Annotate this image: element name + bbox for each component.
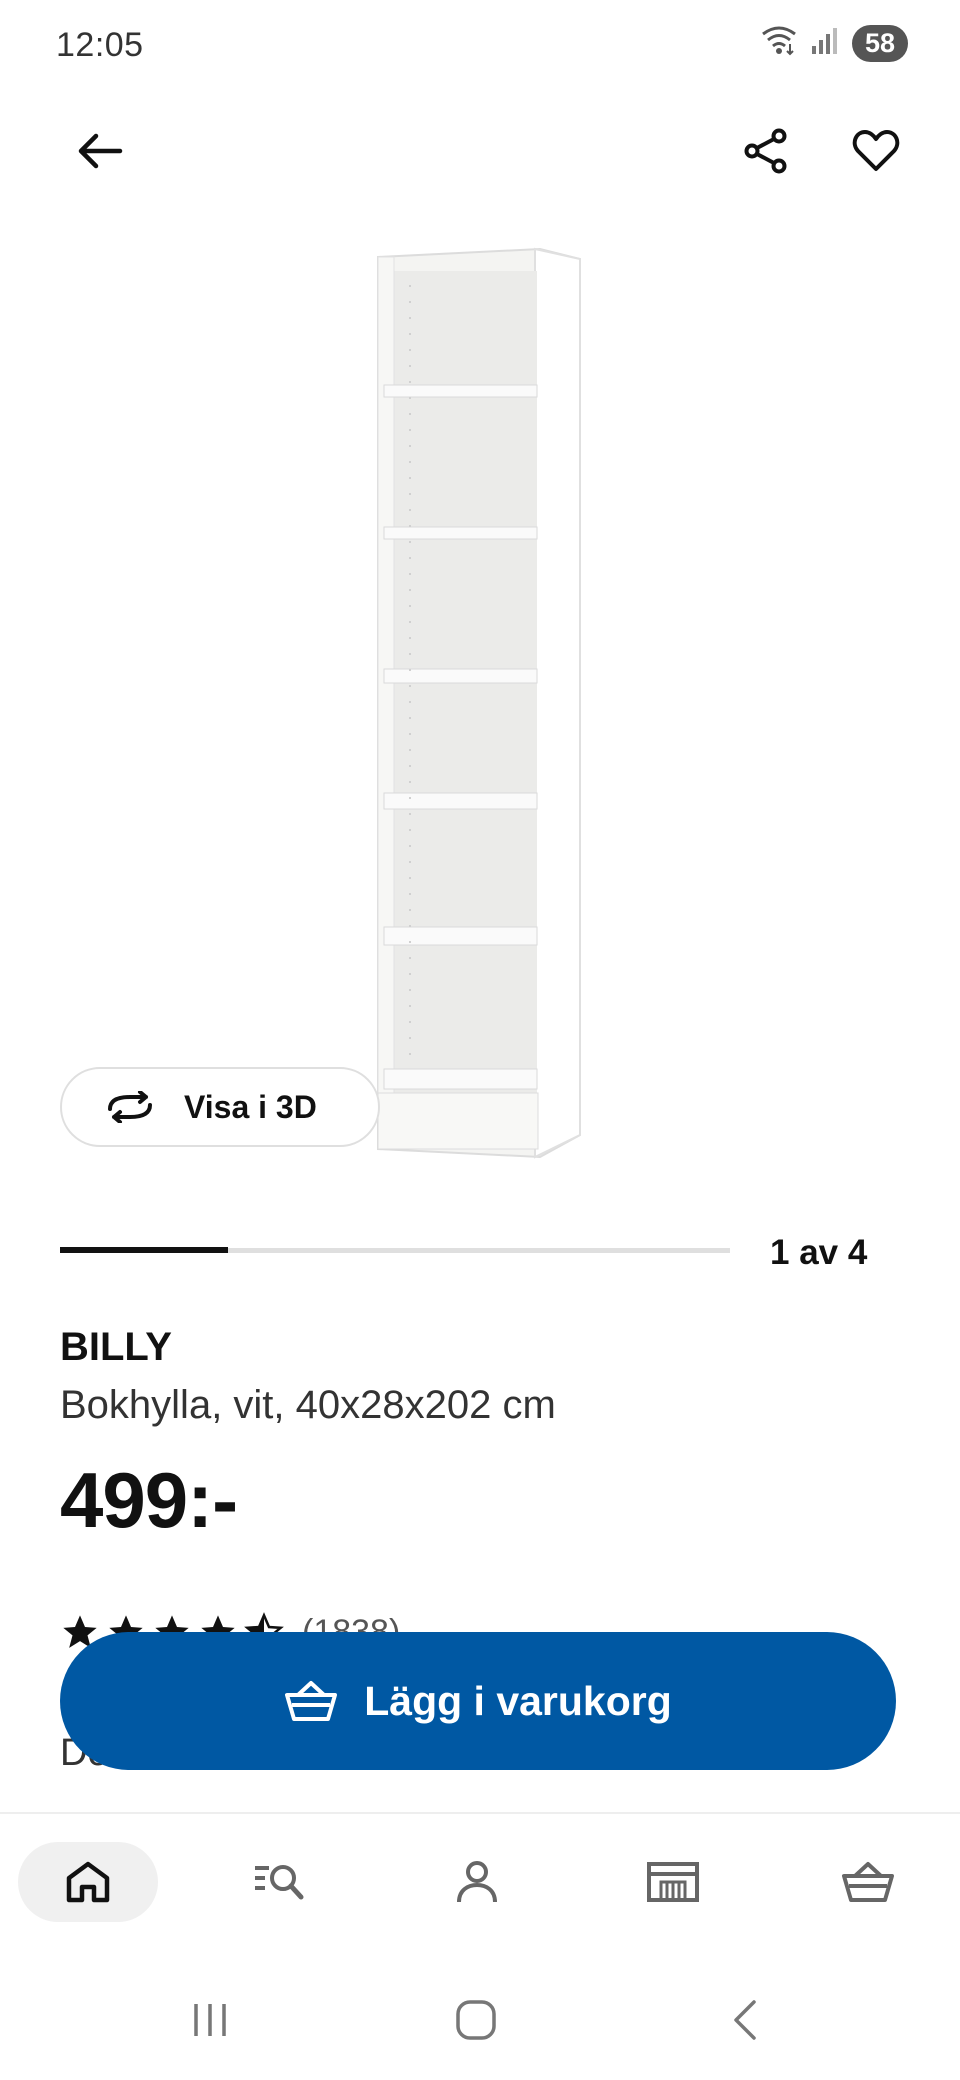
arrow-left-icon <box>78 133 123 169</box>
bottom-navigation <box>0 1812 960 1960</box>
nav-profile[interactable] <box>407 1842 547 1922</box>
recent-apps-button[interactable] <box>170 1990 250 2050</box>
nav-search[interactable] <box>212 1842 352 1922</box>
status-bar: 12:05 58 <box>0 0 960 90</box>
bookshelf-image <box>377 247 581 1159</box>
view-3d-label: Visa i 3D <box>184 1088 317 1125</box>
product-description: Bokhylla, vit, 40x28x202 cm <box>60 1383 556 1427</box>
nav-home[interactable] <box>18 1842 158 1922</box>
battery-icon: 58 <box>852 25 908 62</box>
product-name: BILLY <box>60 1325 172 1369</box>
gallery-position: 1 av 4 <box>770 1233 868 1272</box>
signal-icon <box>810 26 840 61</box>
wifi-icon <box>760 24 798 63</box>
nav-cart[interactable] <box>798 1842 938 1922</box>
shopping-basket-icon <box>285 1681 338 1721</box>
system-back-button[interactable] <box>705 1990 785 2050</box>
share-button[interactable] <box>730 115 802 187</box>
back-button[interactable] <box>64 115 136 187</box>
store-icon <box>647 1862 699 1902</box>
back-icon <box>734 2000 756 2040</box>
system-navigation <box>0 1960 960 2080</box>
basket-icon <box>842 1862 894 1902</box>
status-icons: 58 <box>760 24 908 63</box>
home-button-icon <box>456 2000 496 2040</box>
search-list-icon <box>255 1865 304 1900</box>
gallery-progress-fill <box>60 1247 228 1253</box>
add-to-cart-label: Lägg i varukorg <box>364 1677 672 1724</box>
heart-icon <box>852 130 900 171</box>
rotate-icon <box>108 1091 152 1123</box>
person-icon <box>457 1861 497 1903</box>
system-home-button[interactable] <box>436 1990 516 2050</box>
recent-apps-icon <box>194 2004 226 2036</box>
home-icon <box>66 1861 110 1903</box>
product-page: 12:05 58 Visa i 3D 1 av 4 BILLY Bokhylla… <box>0 0 960 2080</box>
product-image[interactable] <box>370 245 590 1170</box>
status-time: 12:05 <box>56 26 144 64</box>
add-to-cart-button[interactable]: Lägg i varukorg <box>60 1632 896 1770</box>
favorite-button[interactable] <box>840 115 912 187</box>
product-price: 499:- <box>60 1456 238 1544</box>
share-icon <box>744 128 787 174</box>
gallery-progress-bar <box>60 1247 730 1253</box>
view-3d-button[interactable]: Visa i 3D <box>60 1067 380 1147</box>
nav-store[interactable] <box>603 1842 743 1922</box>
